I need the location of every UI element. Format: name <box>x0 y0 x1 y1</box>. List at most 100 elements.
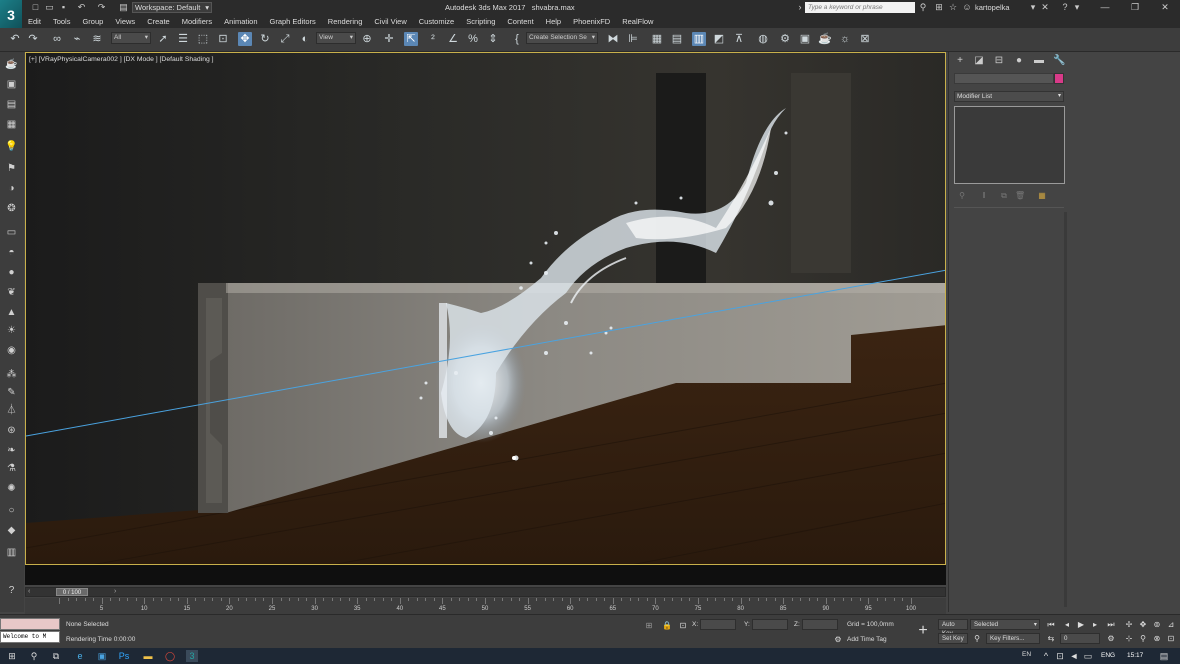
select-object-icon[interactable]: ➚ <box>156 32 170 46</box>
network-icon[interactable]: ⊡ <box>1054 650 1066 662</box>
menu-rendering[interactable]: Rendering <box>322 15 369 28</box>
z-coordinate-field[interactable] <box>802 619 838 630</box>
key-mode-toggle-icon[interactable]: ⇆ <box>1046 634 1056 644</box>
rectangular-selection-icon[interactable]: ⬚ <box>196 32 210 46</box>
isolate-icon[interactable]: ⊞ <box>644 621 654 631</box>
sphere-primitive-icon[interactable]: ○ <box>4 504 19 518</box>
object-name-field[interactable] <box>954 73 1054 84</box>
menu-tools[interactable]: Tools <box>47 15 77 28</box>
object-color-swatch[interactable] <box>1054 73 1064 84</box>
x-coordinate-field[interactable] <box>700 619 736 630</box>
light-icon[interactable]: 💡 <box>4 140 19 154</box>
app-logo[interactable]: 3 <box>0 0 22 30</box>
project-folder-icon[interactable]: ▤ <box>118 2 129 13</box>
subscription-icon[interactable]: ⊞ <box>934 2 944 13</box>
plane-icon[interactable]: ▭ <box>4 226 19 240</box>
fur-icon[interactable]: ❦ <box>4 286 19 300</box>
search-icon[interactable]: ⚲ <box>28 650 40 662</box>
schematic-view-icon[interactable]: ⊼ <box>732 32 746 46</box>
current-frame-field[interactable]: 0 <box>1060 633 1100 644</box>
file-explorer-icon[interactable]: ▬ <box>142 650 154 662</box>
angle-snap-icon[interactable]: ∠ <box>446 32 460 46</box>
binoculars-icon[interactable]: ⚲ <box>918 2 928 13</box>
set-key-plus-icon[interactable]: + <box>915 623 931 639</box>
particle-flow-icon[interactable]: ⁂ <box>4 368 19 382</box>
photoshop-icon[interactable]: Ps <box>118 650 130 662</box>
close-icon[interactable]: ✕ <box>1150 0 1180 15</box>
undo-icon[interactable]: ↶ <box>76 2 87 13</box>
menu-animation[interactable]: Animation <box>218 15 263 28</box>
make-unique-icon[interactable]: ⧉ <box>999 191 1009 200</box>
mirror-icon[interactable]: ⧓ <box>606 32 620 46</box>
liquid-icon[interactable]: ◆ <box>4 524 19 538</box>
ribbon-toggle-icon[interactable]: ▥ <box>692 32 706 46</box>
pivot-center-icon[interactable]: ⊕ <box>360 32 374 46</box>
minimize-icon[interactable]: — <box>1090 0 1120 15</box>
camera-viewport[interactable]: [+] [VRayPhysicalCamera002 ] [DX Mode ] … <box>25 52 946 565</box>
open-file-icon[interactable]: ▭ <box>44 2 55 13</box>
key-filters-icon[interactable]: ⚲ <box>972 634 982 644</box>
menu-customize[interactable]: Customize <box>413 15 460 28</box>
viewport-label[interactable]: [+] [VRayPhysicalCamera002 ] [DX Mode ] … <box>29 56 214 63</box>
3dsmax-taskbar-icon[interactable]: 3 <box>186 650 198 662</box>
leaf-icon[interactable]: ❧ <box>4 444 19 458</box>
scene-explorer-icon[interactable]: ▦ <box>650 32 664 46</box>
render-production-icon[interactable]: ☕ <box>818 32 832 46</box>
slab-icon[interactable]: ▤ <box>4 98 19 112</box>
menu-phoenixfd[interactable]: PhoenixFD <box>567 15 616 28</box>
opera-icon[interactable]: ◯ <box>164 650 176 662</box>
undo-icon[interactable]: ↶ <box>8 32 22 46</box>
help-icon[interactable]: ? <box>1060 2 1070 13</box>
vray-toolbar-icon[interactable]: ⊠ <box>858 32 872 46</box>
render-setup-icon[interactable]: ⚙ <box>778 32 792 46</box>
y-coordinate-field[interactable] <box>752 619 788 630</box>
menu-modifiers[interactable]: Modifiers <box>176 15 218 28</box>
key-mode-dropdown[interactable]: Selected ▾ <box>970 619 1040 630</box>
menu-create[interactable]: Create <box>141 15 176 28</box>
orbit-icon[interactable]: ⊚ <box>1152 620 1162 630</box>
brush-icon[interactable]: ✎ <box>4 386 19 400</box>
sphere-icon[interactable]: ● <box>4 266 19 280</box>
edit-named-selection-icon[interactable]: { <box>510 32 524 46</box>
time-slider[interactable]: ‹ 0 / 100 › <box>25 587 946 597</box>
align-icon[interactable]: ⊫ <box>626 32 640 46</box>
chevron-up-icon[interactable]: ^ <box>1040 650 1052 662</box>
scene-states-icon[interactable]: ▥ <box>4 546 19 560</box>
redo-icon[interactable]: ↷ <box>26 32 40 46</box>
task-view-icon[interactable]: ⧉ <box>50 650 62 662</box>
motion-tab-icon[interactable]: ● <box>1013 55 1025 67</box>
spacewarp-icon[interactable]: ❂ <box>4 202 19 216</box>
dropdown-icon[interactable]: ▾ <box>1028 2 1038 13</box>
time-tag-icon[interactable]: ⚙ <box>833 635 843 645</box>
user-name[interactable]: kartopelka <box>975 3 1010 12</box>
previous-frame-icon[interactable]: ◂ <box>1062 620 1072 630</box>
dolly-icon[interactable]: ⊗ <box>1152 634 1162 644</box>
menu-graph-editors[interactable]: Graph Editors <box>264 15 322 28</box>
panel-scrollbar[interactable] <box>1064 212 1067 607</box>
exchange-icon[interactable]: ✕ <box>1040 2 1050 13</box>
pan-view-icon[interactable]: ✥ <box>1138 620 1148 630</box>
maxscript-output[interactable]: Welcome to M <box>0 631 60 643</box>
rendered-frame-window-icon[interactable]: ▣ <box>798 32 812 46</box>
walkthrough-icon[interactable]: ⊹ <box>1124 634 1134 644</box>
menu-help[interactable]: Help <box>540 15 567 28</box>
menu-civil-view[interactable]: Civil View <box>368 15 412 28</box>
globe-icon[interactable]: ⊛ <box>4 424 19 438</box>
place-icon[interactable]: ◐ <box>298 32 312 46</box>
maxscript-listener[interactable] <box>0 618 60 630</box>
speaker-icon[interactable]: ◄ <box>1068 650 1080 662</box>
add-time-tag[interactable]: Add Time Tag <box>847 636 887 643</box>
menu-realflow[interactable]: RealFlow <box>616 15 659 28</box>
zoom-extents-icon[interactable]: ✢ <box>1124 620 1134 630</box>
render-active-shade-icon[interactable]: ☼ <box>838 32 852 46</box>
sun-icon[interactable]: ☀ <box>4 324 19 338</box>
set-key-button[interactable]: Set Key <box>938 633 968 644</box>
simulation-icon[interactable]: ⚗ <box>4 462 19 476</box>
emitter-icon[interactable]: ✺ <box>4 482 19 496</box>
selection-lock-icon[interactable]: 🔒 <box>662 621 672 631</box>
window-crossing-icon[interactable]: ⊡ <box>216 32 230 46</box>
go-to-end-icon[interactable]: ⏭ <box>1106 620 1116 630</box>
search-input[interactable]: Type a keyword or phrase <box>805 2 915 13</box>
select-rotate-icon[interactable]: ↻ <box>258 32 272 46</box>
menu-content[interactable]: Content <box>501 15 539 28</box>
